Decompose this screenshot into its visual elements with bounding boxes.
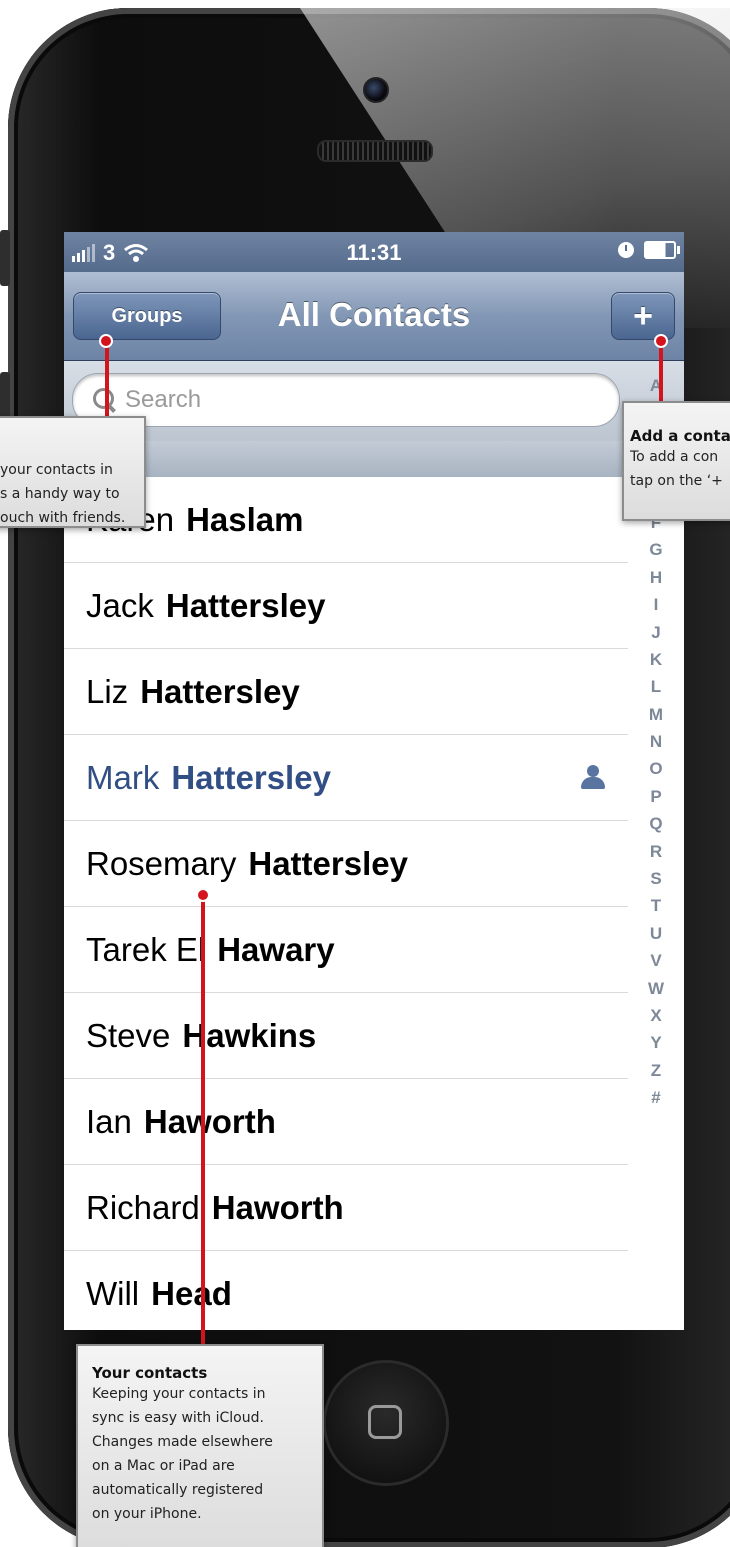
- contact-last-name: Hattersley: [248, 844, 408, 882]
- contact-first-name: Liz: [86, 672, 129, 710]
- contacts-callout-title: Your contacts: [92, 1364, 208, 1382]
- index-letter[interactable]: G: [636, 536, 676, 563]
- index-letter[interactable]: M: [636, 701, 676, 728]
- front-camera: [363, 77, 389, 103]
- index-letter[interactable]: S: [636, 865, 676, 892]
- contact-first-name: Will: [86, 1274, 140, 1312]
- contact-row[interactable]: Tarek El Hawary: [64, 907, 628, 993]
- add-callout-title: Add a conta: [630, 427, 730, 445]
- contact-last-name: Haworth: [143, 1102, 276, 1140]
- index-letter[interactable]: H: [636, 564, 676, 591]
- screen: 3 11:31 Groups All Contacts + Search Has…: [64, 232, 684, 1330]
- person-icon: [580, 765, 606, 791]
- index-letter[interactable]: J: [636, 619, 676, 646]
- navigation-bar: Groups All Contacts +: [64, 272, 684, 361]
- section-header: [64, 441, 628, 477]
- contact-last-name: Hattersley: [140, 672, 300, 710]
- contact-first-name: Steve: [86, 1016, 171, 1054]
- contact-row-me[interactable]: Mark Hattersley: [64, 735, 628, 821]
- contact-row[interactable]: Liz Hattersley: [64, 649, 628, 735]
- contacts-list: KarenHaslam Jack Hattersley Liz Hattersley…: [64, 477, 628, 1330]
- index-letter[interactable]: T: [636, 892, 676, 919]
- index-letter[interactable]: Z: [636, 1057, 676, 1084]
- contact-first-name: Jack: [86, 586, 154, 624]
- contacts-callout-line: sync is easy with iCloud.: [92, 1410, 264, 1426]
- index-letter[interactable]: L: [636, 673, 676, 700]
- index-letter[interactable]: K: [636, 646, 676, 673]
- contact-row[interactable]: KarenHaslam: [64, 477, 628, 563]
- groups-pointer-line: [105, 340, 109, 418]
- contact-row[interactable]: Richard Haworth: [64, 1165, 628, 1251]
- contacts-callout-line: automatically registered: [92, 1482, 264, 1498]
- earpiece-speaker: [317, 140, 433, 162]
- contact-last-name: Haworth: [211, 1188, 344, 1226]
- contacts-callout-line: on a Mac or iPad are: [92, 1458, 235, 1474]
- battery-icon: [644, 241, 680, 259]
- search-bar: Search: [64, 361, 684, 442]
- index-letter[interactable]: X: [636, 1002, 676, 1029]
- index-letter[interactable]: O: [636, 755, 676, 782]
- contacts-callout-line: Changes made elsewhere: [92, 1434, 273, 1450]
- index-letter[interactable]: P: [636, 783, 676, 810]
- index-letter[interactable]: A: [636, 372, 676, 399]
- contact-row[interactable]: Rosemary Hattersley: [64, 821, 628, 907]
- contacts-pointer-line: [201, 895, 205, 1350]
- mute-switch: [0, 230, 10, 286]
- contact-row[interactable]: Jack Hattersley: [64, 563, 628, 649]
- contact-last-name: Hawary: [217, 930, 335, 968]
- contact-first-name: Richard: [86, 1188, 200, 1226]
- add-callout-line: tap on the ‘+: [630, 473, 723, 489]
- contact-first-name: Rosemary: [86, 844, 237, 882]
- index-letter[interactable]: V: [636, 947, 676, 974]
- contact-first-name: Mark: [86, 758, 160, 796]
- contact-last-name: Hattersley: [165, 586, 326, 624]
- home-square-icon: [368, 1405, 402, 1439]
- add-pointer-line: [659, 340, 663, 404]
- index-letter[interactable]: N: [636, 728, 676, 755]
- add-contact-button[interactable]: +: [611, 292, 675, 340]
- add-callout-line: To add a con: [630, 449, 719, 465]
- contacts-callout-line: Keeping your contacts in: [92, 1386, 266, 1402]
- add-contact-callout: Add a conta To add a con tap on the ‘+: [622, 401, 730, 521]
- index-letter[interactable]: R: [636, 838, 676, 865]
- contacts-pointer-dot: [196, 888, 210, 902]
- search-input[interactable]: Search: [72, 373, 620, 427]
- status-time: 11:31: [346, 240, 402, 265]
- groups-callout-line: ouch with friends.: [0, 510, 126, 526]
- groups-callout-line: s a handy way to: [0, 486, 120, 502]
- index-letter[interactable]: W: [636, 975, 676, 1002]
- contact-last-name: Haslam: [186, 500, 304, 538]
- search-placeholder: Search: [125, 386, 202, 413]
- clock-icon: [618, 242, 634, 258]
- contact-first-name: Ian: [86, 1102, 132, 1140]
- contact-row[interactable]: Steve Hawkins: [64, 993, 628, 1079]
- groups-button[interactable]: Groups: [73, 292, 221, 340]
- groups-callout-line: your contacts in: [0, 462, 113, 478]
- add-pointer-dot: [654, 334, 668, 348]
- index-letter[interactable]: U: [636, 920, 676, 947]
- contact-last-name: Hattersley: [171, 758, 331, 796]
- your-contacts-callout: Your contacts Keeping your contacts in s…: [76, 1344, 324, 1547]
- iphone-device: 3 11:31 Groups All Contacts + Search Has…: [0, 0, 730, 1547]
- contact-last-name: Head: [151, 1274, 232, 1312]
- index-letter[interactable]: Y: [636, 1029, 676, 1056]
- groups-pointer-dot: [99, 334, 113, 348]
- status-bar: 3 11:31: [64, 232, 684, 272]
- status-right: [618, 241, 680, 259]
- index-letter[interactable]: I: [636, 591, 676, 618]
- index-letter[interactable]: Q: [636, 810, 676, 837]
- contact-row[interactable]: Ian Haworth: [64, 1079, 628, 1165]
- page-title: All Contacts: [277, 296, 471, 333]
- contact-first-name: Tarek El: [86, 930, 206, 968]
- home-button[interactable]: [326, 1363, 446, 1483]
- groups-callout: your contacts in s a handy way to ouch w…: [0, 416, 146, 528]
- contacts-callout-line: on your iPhone.: [92, 1506, 202, 1522]
- contact-row[interactable]: Will Head: [64, 1251, 628, 1330]
- index-letter[interactable]: #: [636, 1084, 676, 1111]
